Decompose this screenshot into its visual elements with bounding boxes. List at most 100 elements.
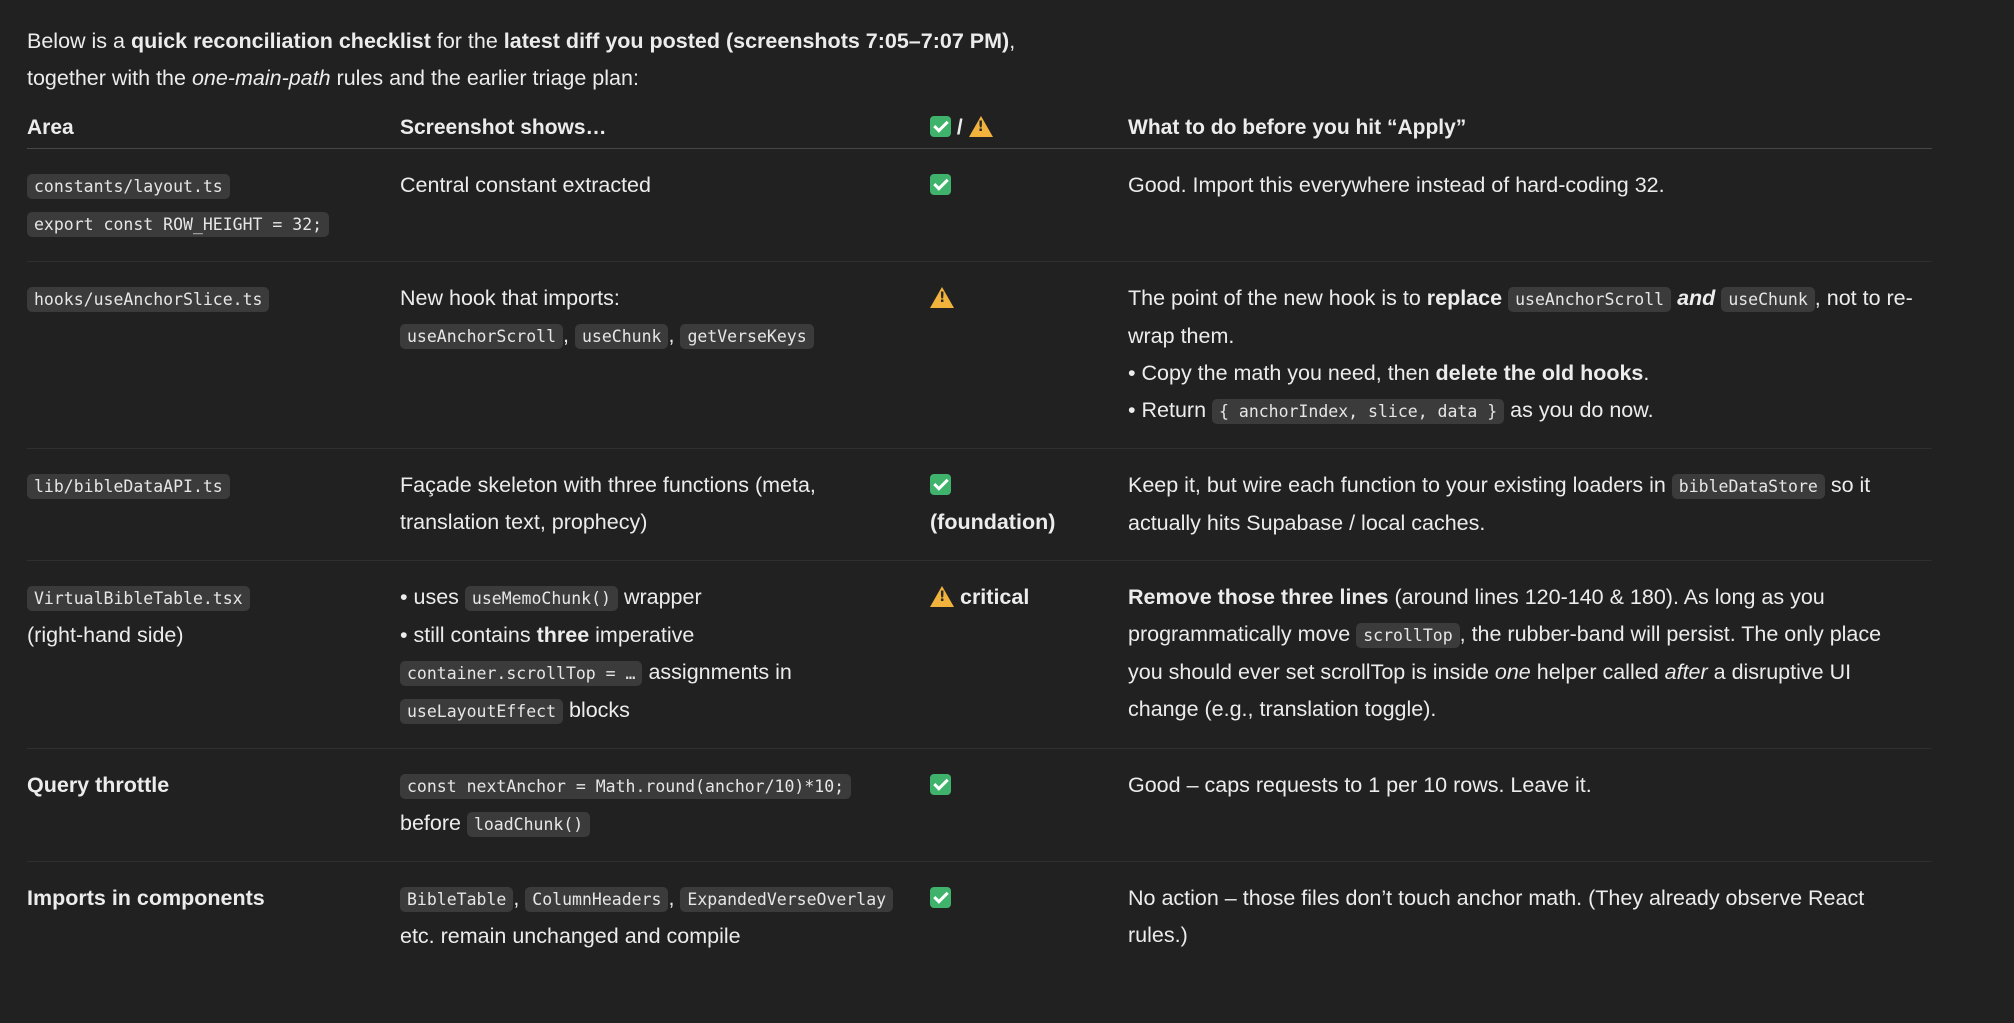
cell-status (930, 148, 1128, 262)
cell-italic: one (1494, 660, 1531, 684)
cell-text: before (400, 811, 467, 835)
status-label: (foundation) (930, 510, 1056, 534)
table-row: hooks/useAnchorSlice.ts New hook that im… (27, 261, 1932, 449)
cell-status: critical (930, 560, 1128, 749)
cell-todo: Good. Import this everywhere instead of … (1128, 148, 1932, 262)
header-status-separator: / (956, 116, 963, 139)
cell-status (930, 748, 1128, 862)
inline-code: scrollTop (1356, 623, 1460, 648)
inline-code: hooks/useAnchorSlice.ts (27, 287, 270, 312)
cell-text: New hook that imports: (400, 286, 620, 310)
cell-italic: after (1664, 660, 1708, 684)
warning-icon (930, 287, 954, 308)
message-content: Below is a quick reconciliation checklis… (27, 23, 1932, 973)
header-screenshot-shows: Screenshot shows… (400, 109, 930, 149)
inline-code: VirtualBibleTable.tsx (27, 586, 250, 611)
bullet-text: as you do now. (1504, 398, 1654, 422)
intro-bold: quick reconciliation checklist (130, 29, 431, 53)
inline-code: ExpandedVerseOverlay (680, 887, 894, 912)
intro-italic: one-main-path (191, 66, 331, 90)
inline-code: useAnchorScroll (400, 324, 564, 349)
inline-code: useLayoutEffect (400, 699, 564, 724)
cell-todo: Good – caps requests to 1 per 10 rows. L… (1128, 748, 1932, 862)
cell-text: (right-hand side) (27, 623, 184, 647)
cell-todo: Remove those three lines (around lines 1… (1128, 560, 1932, 749)
bullet-text: assignments in (642, 660, 792, 684)
intro-text: rules and the earlier triage plan: (330, 66, 639, 90)
inline-code: useMemoChunk() (464, 586, 618, 611)
inline-code: constants/layout.ts (27, 174, 230, 199)
header-area: Area (27, 109, 400, 149)
table-row: constants/layout.ts export const ROW_HEI… (27, 148, 1932, 262)
inline-code: BibleTable (400, 887, 514, 912)
cell-shows: Façade skeleton with three functions (me… (400, 448, 930, 561)
cell-shows: const nextAnchor = Math.round(anchor/10)… (400, 748, 930, 862)
cell-text: etc. remain unchanged and compile (400, 924, 741, 948)
bullet-text: • uses (400, 585, 465, 609)
cell-bold: three (536, 623, 590, 647)
bullet-text: wrapper (617, 585, 702, 609)
bullet-text: blocks (563, 698, 630, 722)
bullet-text: • Copy the math you need, then (1128, 361, 1436, 385)
intro-text: for the (430, 29, 504, 53)
bullet-text: • Return (1128, 398, 1213, 422)
bullet-text: • still contains (400, 623, 537, 647)
checklist-table: Area Screenshot shows… / What to do befo… (27, 109, 1932, 973)
table-row: VirtualBibleTable.tsx (right-hand side) … (27, 560, 1932, 749)
intro-paragraph: Below is a quick reconciliation checklis… (27, 23, 1932, 97)
check-icon (930, 116, 951, 137)
cell-shows: • uses useMemoChunk() wrapper • still co… (400, 560, 930, 749)
inline-code: lib/bibleDataAPI.ts (27, 474, 230, 499)
cell-area: constants/layout.ts export const ROW_HEI… (27, 148, 400, 262)
check-icon (930, 887, 951, 908)
cell-area: hooks/useAnchorSlice.ts (27, 261, 400, 449)
cell-text: helper called (1530, 660, 1665, 684)
intro-bold: latest diff you posted (screenshots 7:05… (503, 29, 1010, 53)
cell-shows: BibleTable, ColumnHeaders, ExpandedVerse… (400, 862, 930, 974)
inline-code: const nextAnchor = Math.round(anchor/10)… (400, 774, 852, 799)
inline-code: useAnchorScroll (1508, 287, 1672, 312)
cell-status (930, 261, 1128, 449)
inline-code: export const ROW_HEIGHT = 32; (27, 212, 330, 237)
inline-code: useChunk (1721, 287, 1815, 312)
cell-status (930, 862, 1128, 974)
cell-shows: New hook that imports: useAnchorScroll, … (400, 261, 930, 449)
inline-code: container.scrollTop = … (400, 661, 643, 686)
separator: , (563, 323, 569, 347)
cell-area: Imports in components (27, 862, 400, 974)
intro-text: together with the (27, 66, 192, 90)
header-status: / (930, 109, 1128, 149)
cell-todo: No action – those files don’t touch anch… (1128, 886, 1865, 947)
cell-bold: Remove those three lines (1128, 585, 1389, 609)
cell-todo: Keep it, but wire each function to your … (1128, 448, 1932, 561)
inline-code: getVerseKeys (680, 324, 814, 349)
intro-text: Below is a (27, 29, 131, 53)
check-icon (930, 174, 951, 195)
inline-code: { anchorIndex, slice, data } (1212, 399, 1505, 424)
cell-todo: The point of the new hook is to replace … (1128, 261, 1932, 449)
cell-area: Query throttle (27, 748, 400, 862)
cell-text: Keep it, but wire each function to your … (1128, 473, 1672, 497)
cell-shows: Central constant extracted (400, 148, 930, 262)
cell-status: (foundation) (930, 448, 1128, 561)
status-label: critical (959, 585, 1030, 609)
inline-code: ColumnHeaders (525, 887, 669, 912)
cell-bold: replace (1426, 286, 1503, 310)
separator: , (668, 323, 675, 347)
table-row: Query throttle const nextAnchor = Math.r… (27, 748, 1932, 862)
cell-text: The point of the new hook is to (1128, 286, 1427, 310)
cell-area: VirtualBibleTable.tsx (right-hand side) (27, 560, 400, 749)
warning-icon (930, 586, 954, 607)
check-icon (930, 774, 951, 795)
check-icon (930, 474, 951, 495)
inline-code: useChunk (574, 324, 669, 349)
cell-bold: Imports in components (27, 886, 265, 910)
table-header-row: Area Screenshot shows… / What to do befo… (27, 109, 1932, 149)
cell-italic: and (1677, 286, 1716, 310)
intro-text: , (1009, 29, 1016, 53)
cell-bold: Query throttle (27, 773, 170, 797)
header-what-to-do: What to do before you hit “Apply” (1128, 109, 1932, 149)
bullet-text: imperative (589, 623, 695, 647)
table-row: lib/bibleDataAPI.ts Façade skeleton with… (27, 448, 1932, 561)
inline-code: bibleDataStore (1671, 474, 1825, 499)
